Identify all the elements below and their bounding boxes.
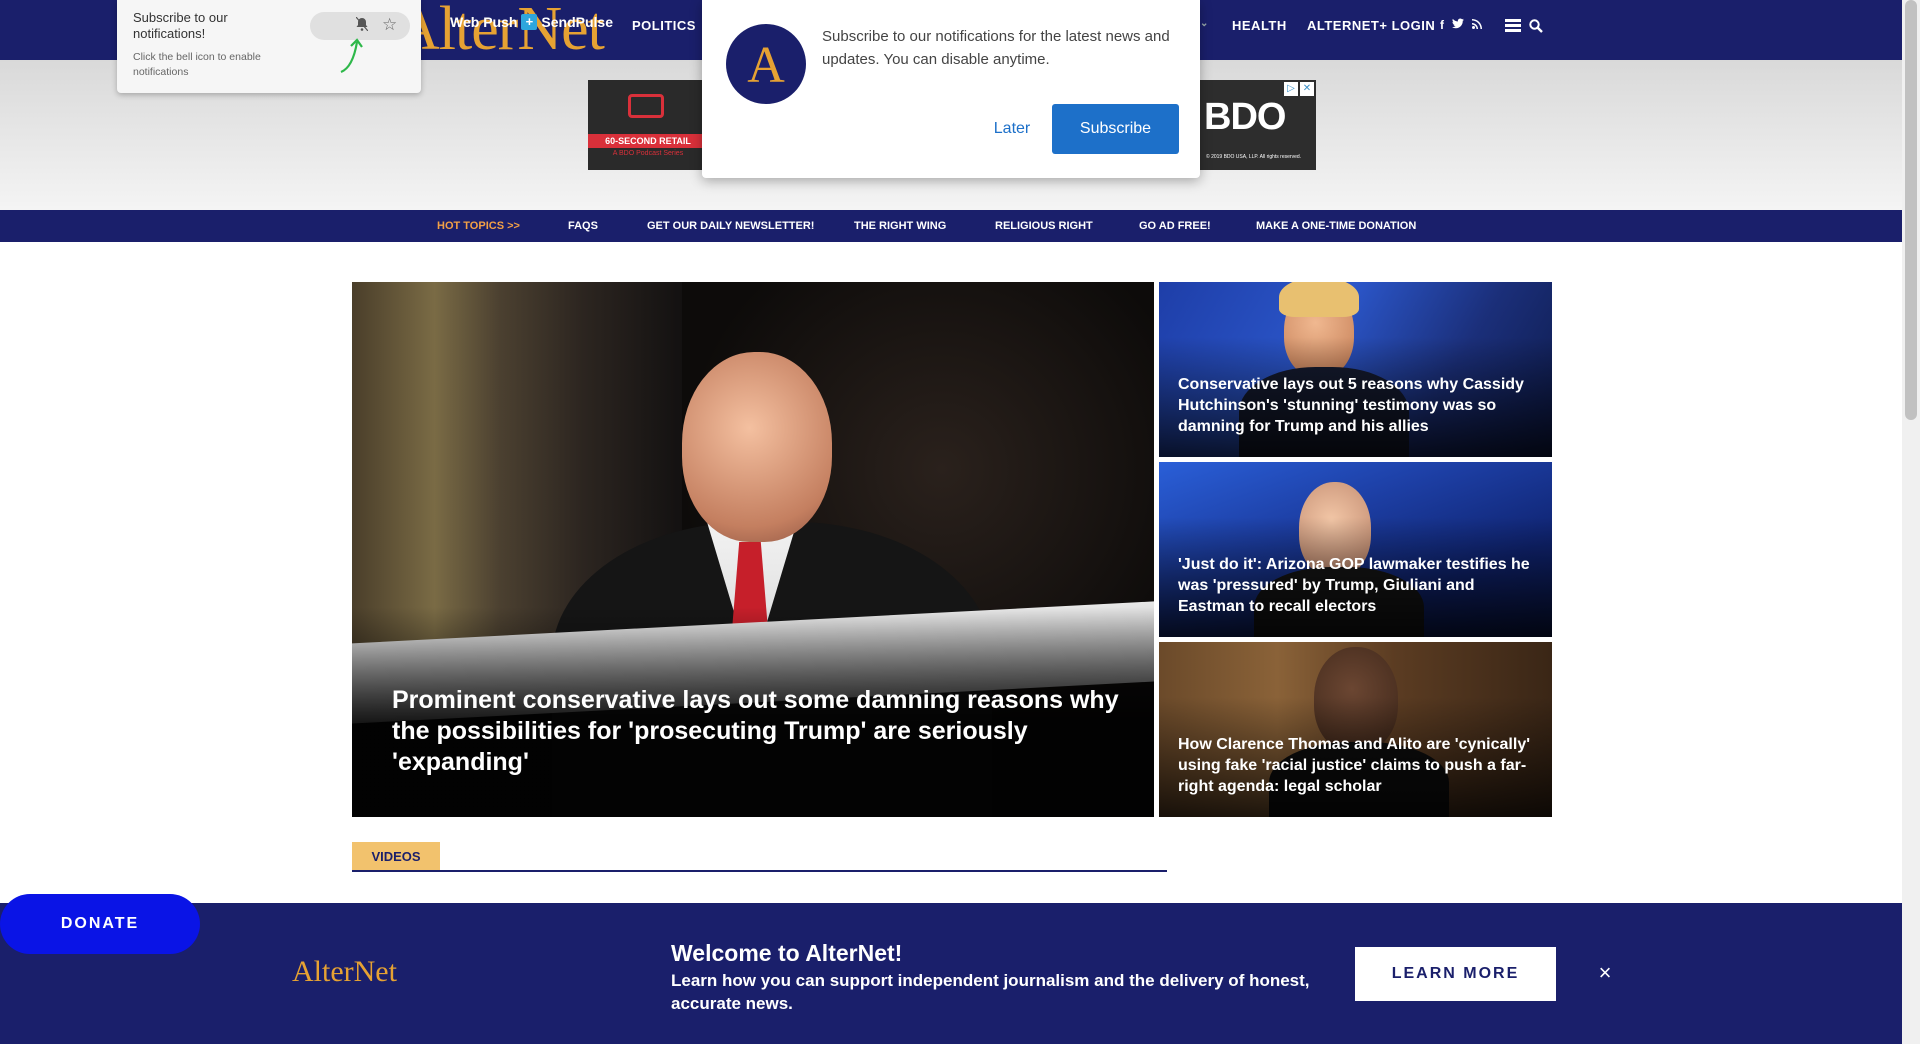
- videos-divider: [352, 870, 1167, 872]
- later-button[interactable]: Later: [962, 104, 1062, 154]
- webpush-badge: Web Push + SendPulse: [450, 14, 613, 30]
- side-story-title[interactable]: 'Just do it': Arizona GOP lawmaker testi…: [1178, 554, 1543, 617]
- nav-politics[interactable]: POLITICS ⌄: [632, 18, 711, 34]
- search-icon[interactable]: [1529, 19, 1543, 33]
- chevron-down-icon[interactable]: ⌄: [1200, 18, 1209, 29]
- welcome-heading: Welcome to AlterNet!: [671, 940, 903, 966]
- ad-left-sub: A BDO Podcast Series: [612, 150, 684, 157]
- subnav-go-ad-free[interactable]: GO AD FREE!: [1139, 220, 1211, 232]
- social-icons: f: [1440, 18, 1482, 32]
- ad-left-retail[interactable]: 60-SECOND RETAIL A BDO Podcast Series: [588, 80, 708, 170]
- nav-alternet-plus-login[interactable]: ALTERNET+ LOGIN: [1307, 18, 1435, 33]
- webpush-label: Web Push: [450, 14, 518, 30]
- side-story[interactable]: Conservative lays out 5 reasons why Cass…: [1159, 282, 1552, 457]
- cart-icon: [628, 94, 664, 118]
- nav-health[interactable]: HEALTH: [1232, 18, 1287, 33]
- sendpulse-label: SendPulse: [541, 14, 614, 30]
- videos-section-tab[interactable]: VIDEOS: [352, 842, 440, 872]
- site-avatar: A: [726, 24, 806, 104]
- rss-icon[interactable]: [1472, 18, 1482, 32]
- ad-right-brand: BDO: [1204, 96, 1286, 138]
- facebook-icon[interactable]: f: [1440, 18, 1444, 32]
- side-story[interactable]: How Clarence Thomas and Alito are 'cynic…: [1159, 642, 1552, 817]
- modal-message: Subscribe to our notifications for the l…: [822, 28, 1170, 68]
- ad-left-label: 60-SECOND RETAIL: [588, 134, 708, 148]
- hamburger-menu-icon[interactable]: [1505, 19, 1521, 32]
- hint-title: Subscribe to our notifications!: [133, 10, 228, 41]
- star-icon[interactable]: ☆: [382, 15, 397, 35]
- subnav-religious-right[interactable]: RELIGIOUS RIGHT: [995, 220, 1093, 232]
- side-story-title[interactable]: How Clarence Thomas and Alito are 'cynic…: [1178, 734, 1543, 797]
- subnav-faqs[interactable]: FAQS: [568, 220, 598, 232]
- subnav-donation[interactable]: MAKE A ONE-TIME DONATION: [1256, 220, 1416, 232]
- welcome-body: Learn how you can support independent jo…: [671, 971, 1310, 1013]
- side-story[interactable]: 'Just do it': Arizona GOP lawmaker testi…: [1159, 462, 1552, 637]
- welcome-banner: AlterNet Welcome to AlterNet! Learn how …: [0, 903, 1902, 1044]
- close-icon[interactable]: ×: [1595, 962, 1615, 984]
- bell-off-icon[interactable]: [353, 16, 371, 35]
- subnav-newsletter[interactable]: GET OUR DAILY NEWSLETTER!: [647, 220, 814, 232]
- side-story-title[interactable]: Conservative lays out 5 reasons why Cass…: [1178, 374, 1543, 437]
- twitter-icon[interactable]: [1452, 18, 1464, 32]
- sendpulse-icon: +: [521, 14, 538, 30]
- browser-notification-hint: Subscribe to our notifications! Click th…: [117, 0, 421, 93]
- hint-subtitle: Click the bell icon to enable notificati…: [133, 51, 261, 78]
- adchoices-icon[interactable]: ▷ ✕: [1284, 82, 1314, 96]
- topics-navbar: HOT TOPICS >> FAQS GET OUR DAILY NEWSLET…: [0, 210, 1902, 242]
- learn-more-button[interactable]: LEARN MORE: [1355, 947, 1556, 1001]
- footer-logo: AlterNet: [292, 955, 397, 988]
- donate-button[interactable]: DONATE: [0, 894, 200, 954]
- subscribe-button[interactable]: Subscribe: [1052, 104, 1179, 154]
- subnav-right-wing[interactable]: THE RIGHT WING: [854, 220, 946, 232]
- arrow-icon: [340, 38, 363, 74]
- subscribe-notification-modal: A Subscribe to our notifications for the…: [702, 0, 1200, 178]
- ad-right-fine: © 2019 BDO USA, LLP. All rights reserved…: [1206, 154, 1302, 160]
- hero-title[interactable]: Prominent conservative lays out some dam…: [392, 685, 1122, 778]
- subnav-hot-topics[interactable]: HOT TOPICS >>: [437, 220, 520, 232]
- scrollbar-thumb[interactable]: [1905, 0, 1917, 420]
- ad-right-bdo[interactable]: ▷ ✕ BDO © 2019 BDO USA, LLP. All rights r…: [1200, 80, 1316, 170]
- site-logo[interactable]: AlterNet: [395, 0, 605, 65]
- hero-story[interactable]: Prominent conservative lays out some dam…: [352, 282, 1154, 817]
